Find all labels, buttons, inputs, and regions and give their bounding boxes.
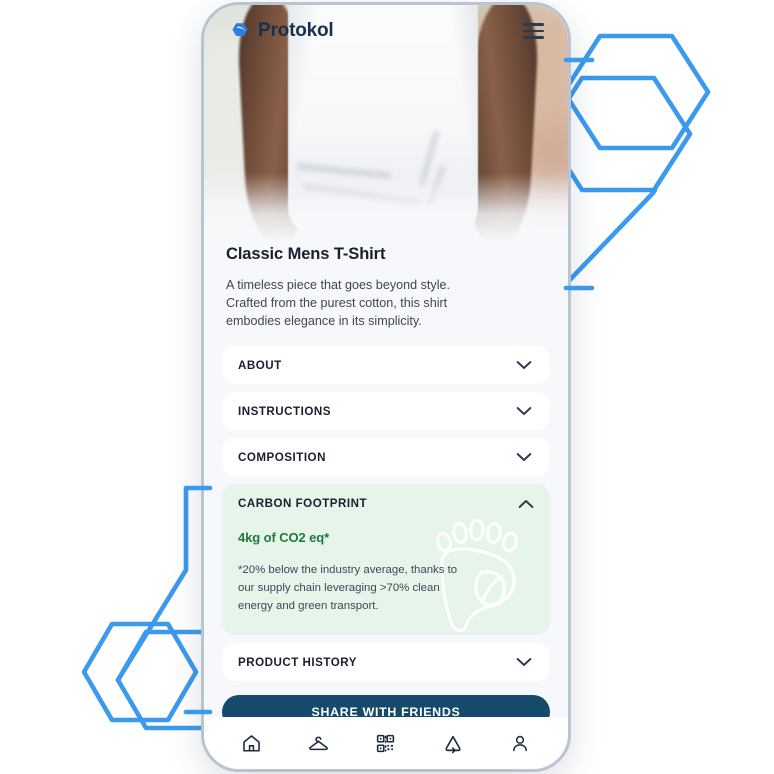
accordion-instructions[interactable]: INSTRUCTIONS [222,392,550,430]
chevron-up-icon [518,499,534,508]
app-screen: Protokol Classic Mens T-Shirt A timeless… [204,5,568,769]
qr-code-icon [377,734,395,752]
chevron-down-icon [516,453,532,461]
accordion-product-history[interactable]: PRODUCT HISTORY [222,643,550,681]
hamburger-menu-icon[interactable] [521,19,546,43]
app-top-bar: Protokol [204,5,568,57]
bottom-navigation-bar [204,717,568,769]
accordion-carbon-footprint: CARBON FOOTPRINT 4kg of CO2 eq* *20% bel… [222,484,550,635]
nav-item-profile[interactable] [503,726,537,760]
screenshot-stage: Protokol Classic Mens T-Shirt A timeless… [0,0,774,774]
accordion-label: INSTRUCTIONS [238,404,331,418]
hamburger-line [523,36,544,39]
product-description: A timeless piece that goes beyond style.… [226,278,451,328]
hexagon-logo-icon [232,22,248,36]
product-content: Classic Mens T-Shirt A timeless piece th… [204,245,568,729]
accordion-label: CARBON FOOTPRINT [238,497,368,510]
carbon-footprint-value: 4kg of CO2 eq* [238,530,330,545]
hamburger-line [523,29,544,33]
chevron-down-icon [516,407,532,415]
nav-item-home[interactable] [235,726,269,760]
chevron-down-icon [516,658,532,666]
hamburger-line [523,23,544,26]
carbon-footprint-note: *20% below the industry average, thanks … [238,564,458,612]
phone-device: Protokol Classic Mens T-Shirt A timeless… [201,2,571,772]
brand-logo[interactable]: Protokol [230,20,334,42]
hero-bottom-fade [204,173,568,243]
hanger-icon [309,736,329,750]
accordion-composition[interactable]: COMPOSITION [222,438,550,476]
chevron-down-icon [516,361,532,369]
page-title: Classic Mens T-Shirt [226,245,386,263]
accordion-label: COMPOSITION [238,450,326,464]
nav-item-scan[interactable] [369,726,403,760]
brand-name: Protokol [258,20,334,41]
accordion-label: PRODUCT HISTORY [238,655,357,669]
recycle-icon [445,735,461,753]
person-icon [513,735,528,751]
home-icon [243,734,260,752]
nav-item-recycle[interactable] [436,726,470,760]
nav-item-wardrobe[interactable] [302,726,336,760]
accordion-label: ABOUT [238,358,282,372]
carbon-footprint-header[interactable]: CARBON FOOTPRINT [238,497,534,510]
accordion-about[interactable]: ABOUT [222,346,550,384]
